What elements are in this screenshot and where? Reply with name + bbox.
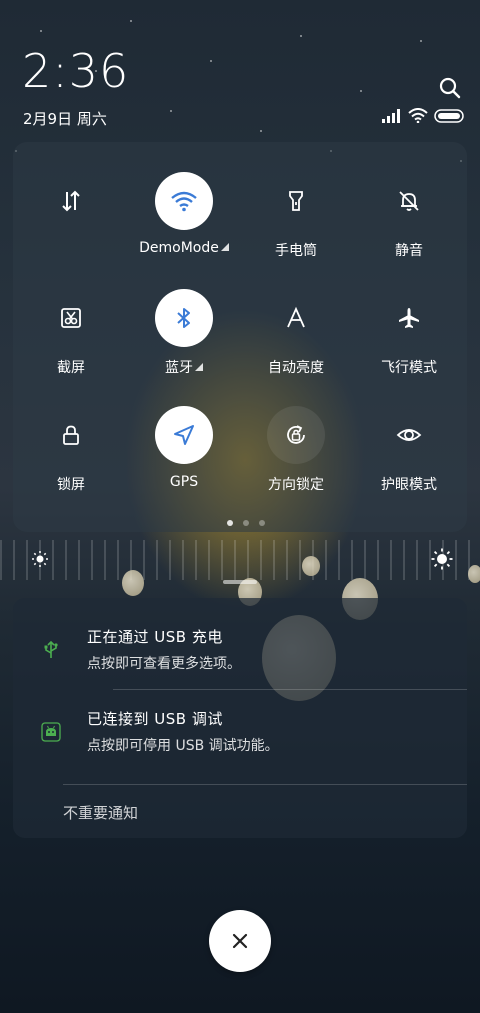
- tile-airplane[interactable]: 飞行模式: [353, 289, 465, 399]
- tile-wifi[interactable]: DemoMode: [128, 172, 240, 282]
- page-dot: [259, 520, 265, 526]
- page-dot: [227, 520, 233, 526]
- tile-flashlight[interactable]: 手电筒: [240, 172, 352, 282]
- tile-label: 手电筒: [275, 243, 317, 259]
- tile-label: 飞行模式: [381, 360, 437, 376]
- eye-icon: [380, 406, 438, 464]
- close-icon: [232, 933, 248, 949]
- brightness-slider[interactable]: [13, 540, 467, 578]
- wifi-icon: [155, 172, 213, 230]
- bell-off-icon: [380, 172, 438, 230]
- signal-icon: [382, 108, 402, 127]
- divider: [63, 784, 467, 785]
- expand-triangle-icon: [220, 243, 229, 251]
- wifi-status-icon: [408, 107, 428, 127]
- rotation-lock-icon: [267, 406, 325, 464]
- tile-auto-brightness[interactable]: 自动亮度: [240, 289, 352, 399]
- airplane-icon: [380, 289, 438, 347]
- flashlight-icon: [267, 172, 325, 230]
- location-icon: [155, 406, 213, 464]
- brightness-high-icon: [431, 548, 453, 574]
- tile-label: 自动亮度: [268, 360, 324, 376]
- tile-gps[interactable]: GPS: [128, 406, 240, 516]
- data-toggle-icon: [42, 172, 100, 230]
- expand-triangle-icon: [195, 363, 203, 371]
- bluetooth-icon: [155, 289, 213, 347]
- clear-all-button[interactable]: [209, 910, 271, 972]
- notification-usb-debugging[interactable]: 已连接到 USB 调试 点按即可停用 USB 调试功能。: [13, 698, 467, 780]
- battery-icon: [434, 108, 466, 127]
- system-status-icons: [382, 107, 466, 127]
- date-label: 2月9日 周六: [23, 110, 107, 128]
- tile-lock[interactable]: 锁屏: [15, 406, 127, 516]
- tile-data[interactable]: [15, 172, 127, 282]
- divider: [113, 689, 467, 690]
- screenshot-icon: [42, 289, 100, 347]
- tile-bluetooth[interactable]: 蓝牙: [128, 289, 240, 399]
- page-indicator: [227, 520, 265, 526]
- tile-label: 截屏: [57, 360, 85, 376]
- tile-mute[interactable]: 静音: [353, 172, 465, 282]
- drag-handle[interactable]: [223, 580, 257, 584]
- brightness-low-icon: [31, 550, 49, 572]
- page-dot: [243, 520, 249, 526]
- tile-label: 方向锁定: [268, 477, 324, 493]
- notification-panel: 正在通过 USB 充电 点按即可查看更多选项。 已连接到 USB 调试 点按即可…: [13, 598, 467, 838]
- notification-usb-charging[interactable]: 正在通过 USB 充电 点按即可查看更多选项。: [13, 616, 467, 698]
- android-debug-icon: [41, 722, 61, 742]
- auto-brightness-icon: [267, 289, 325, 347]
- tile-rotation-lock[interactable]: 方向锁定: [240, 406, 352, 516]
- notification-subtitle: 点按即可停用 USB 调试功能。: [87, 738, 279, 754]
- notification-title: 正在通过 USB 充电: [87, 628, 223, 646]
- unimportant-notifications-link[interactable]: 不重要通知: [63, 802, 138, 823]
- clock: 2:36: [22, 44, 130, 98]
- tile-screenshot[interactable]: 截屏: [15, 289, 127, 399]
- usb-charge-icon: [41, 640, 61, 660]
- tile-label: DemoMode: [139, 240, 219, 256]
- tile-label: GPS: [169, 474, 199, 490]
- notification-title: 已连接到 USB 调试: [87, 710, 223, 728]
- notification-subtitle: 点按即可查看更多选项。: [87, 656, 241, 672]
- tile-eye-care[interactable]: 护眼模式: [353, 406, 465, 516]
- quick-settings-panel: DemoMode 手电筒 静音 截屏 蓝牙 自动亮度 飞行模式 锁屏 GPS 方…: [13, 142, 467, 532]
- tile-label: 蓝牙: [165, 360, 193, 376]
- lock-icon: [42, 406, 100, 464]
- tile-label: 护眼模式: [381, 477, 437, 493]
- tile-label: 静音: [395, 243, 423, 259]
- search-icon[interactable]: [438, 76, 462, 100]
- tile-label: 锁屏: [57, 477, 85, 493]
